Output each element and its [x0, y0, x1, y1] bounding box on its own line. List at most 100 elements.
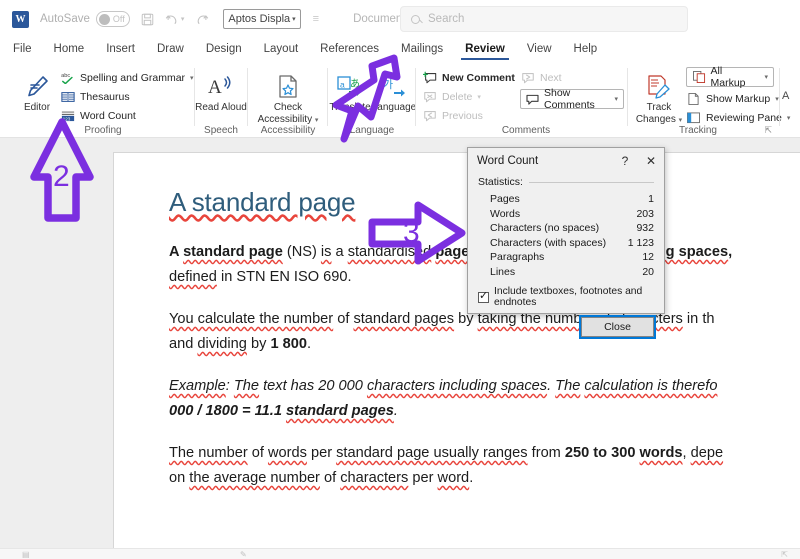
word-count-row-value: 203 [636, 208, 654, 220]
new-comment-button[interactable]: New Comment [422, 68, 515, 87]
text-run: by [247, 336, 271, 352]
autosave-toggle-knob [99, 14, 110, 25]
document-paragraph: The number of words per standard page us… [169, 441, 800, 491]
thesaurus-label: Thesaurus [80, 91, 130, 103]
spelling-and-grammar-button[interactable]: abc Spelling and Grammar ▾ [60, 68, 194, 87]
delete-comment-button[interactable]: Delete ▾ [422, 87, 515, 106]
read-aloud-button[interactable]: A Read Aloud [194, 66, 248, 114]
word-count-row: Characters (no spaces)932 [478, 221, 654, 236]
show-comments-button[interactable]: Show Comments ▾ [520, 89, 624, 109]
font-name-box[interactable]: Aptos Displa ▾ [223, 9, 300, 29]
text-run: A [169, 244, 183, 260]
delete-comment-icon [422, 90, 437, 104]
text-run: a [331, 244, 347, 260]
text-run: per [408, 470, 437, 486]
chevron-down-icon[interactable]: ▾ [614, 95, 618, 103]
show-markup-label: Show Markup [706, 93, 770, 105]
reviewing-pane-label: Reviewing Pane [706, 112, 782, 124]
include-textboxes-label: Include textboxes, footnotes and endnote… [494, 286, 654, 308]
thesaurus-button[interactable]: Thesaurus [60, 87, 194, 106]
tab-view[interactable]: View [526, 43, 553, 58]
word-count-dialog[interactable]: Word Count ? ✕ Statistics: Pages1Words20… [467, 147, 665, 314]
show-markup-button[interactable]: Show Markup ▾ [686, 89, 790, 108]
word-count-button[interactable]: 123 Word Count [60, 106, 194, 125]
text-run: . [394, 403, 398, 419]
translate-label: Translate [329, 102, 370, 114]
tab-home[interactable]: Home [53, 43, 86, 58]
search-input[interactable]: Search [400, 6, 688, 32]
word-count-row-label: Pages [478, 193, 520, 205]
text-run: per [307, 445, 336, 461]
document-body[interactable]: A standard page A standard page (NS) is … [114, 153, 800, 491]
word-count-row-label: Words [478, 208, 520, 220]
next-comment-icon [520, 71, 535, 85]
show-comments-icon [526, 92, 539, 106]
chevron-down-icon[interactable]: ▾ [764, 73, 768, 81]
chevron-down-icon[interactable]: ▾ [315, 117, 319, 124]
word-count-row-label: Paragraphs [478, 251, 544, 263]
text-run: words [268, 445, 307, 461]
track-changes-button[interactable]: Track Changes ▾ [632, 66, 686, 127]
text-run: The [234, 378, 259, 394]
svg-text:A: A [208, 77, 222, 98]
close-button[interactable]: Close [581, 317, 654, 337]
chevron-down-icon[interactable]: ▾ [477, 93, 481, 101]
spelling-grammar-icon: abc [60, 71, 75, 85]
tab-draw[interactable]: Draw [156, 43, 185, 58]
text-run: . [547, 378, 555, 394]
language-label: Language [372, 102, 417, 114]
tab-help[interactable]: Help [573, 43, 599, 58]
translate-button[interactable]: a あ Translate ▾ [328, 66, 372, 126]
dialog-launcher-icon[interactable]: ⇱ [764, 125, 772, 136]
previous-comment-icon [422, 109, 437, 123]
tab-file[interactable]: File [12, 43, 33, 58]
text-run: on [169, 470, 189, 486]
chevron-down-icon[interactable]: ▾ [679, 117, 683, 124]
language-icon: 가 [381, 72, 407, 102]
thesaurus-icon [60, 90, 75, 104]
tab-layout[interactable]: Layout [263, 43, 300, 58]
document-page[interactable]: A standard page A standard page (NS) is … [113, 152, 800, 552]
document-line: 000 / 1800 = 11.1 standard pages. [169, 403, 398, 419]
document-line: defined in STN EN ISO 690. [169, 269, 352, 285]
previous-comment-button[interactable]: Previous [422, 106, 515, 125]
help-icon[interactable]: ? [612, 149, 638, 173]
ribbon-group-proofing: Editor abc Spelling and Grammar ▾ [8, 62, 196, 138]
text-run: You calculate the number [169, 311, 333, 327]
chevron-down-icon[interactable]: ▾ [292, 15, 296, 23]
editor-button[interactable]: Editor [12, 66, 62, 114]
next-comment-label: Next [540, 72, 562, 84]
undo-caret-icon[interactable]: ▾ [181, 15, 185, 23]
tab-mailings[interactable]: Mailings [400, 43, 444, 58]
language-button[interactable]: 가 Language [372, 66, 416, 114]
undo-icon[interactable]: ▾ [165, 13, 185, 26]
next-comment-button[interactable]: Next [520, 68, 562, 87]
autosave-toggle[interactable]: Off [96, 11, 130, 27]
include-textboxes-checkbox[interactable]: Include textboxes, footnotes and endnote… [478, 286, 654, 308]
document-paragraph: Example: The text has 20 000 characters … [169, 374, 800, 424]
display-for-review-dropdown[interactable]: All Markup ▾ [686, 67, 774, 87]
svg-text:abc: abc [61, 73, 70, 79]
new-comment-icon [422, 71, 437, 85]
tab-references[interactable]: References [319, 43, 380, 58]
statistics-label: Statistics: [478, 176, 523, 188]
statistics-section-header: Statistics: [478, 176, 654, 188]
document-line: The number of words per standard page us… [169, 445, 723, 461]
tab-review[interactable]: Review [464, 43, 506, 58]
tab-design[interactable]: Design [205, 43, 243, 58]
check-accessibility-button[interactable]: Check Accessibility ▾ [248, 66, 328, 127]
text-run: defined [169, 269, 217, 285]
text-run: Example [169, 378, 226, 394]
text-run: The [555, 378, 580, 394]
redo-icon[interactable] [195, 13, 209, 26]
tab-insert[interactable]: Insert [105, 43, 136, 58]
checkbox-icon[interactable] [478, 292, 489, 303]
save-icon[interactable] [141, 13, 154, 26]
close-icon[interactable]: ✕ [638, 149, 664, 173]
customize-quick-access-icon[interactable]: ≡ [313, 13, 319, 25]
search-icon [411, 15, 420, 24]
bottom-left-icon: ▤ [22, 550, 30, 559]
bottom-ribbon-strip: ▤ ✎ ⇱ [0, 548, 800, 559]
check-accessibility-label: Check Accessibility ▾ [248, 102, 328, 127]
text-run: standard pages [353, 311, 454, 327]
